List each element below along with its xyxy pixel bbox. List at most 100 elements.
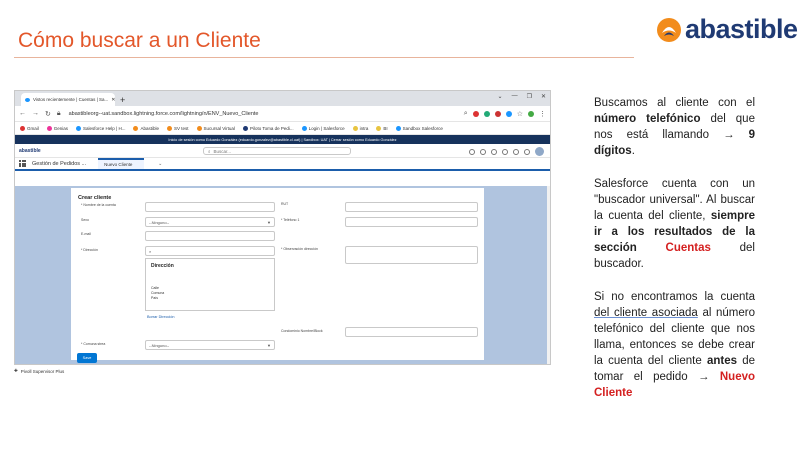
- arrow-icon: →: [723, 129, 735, 141]
- email-field[interactable]: [145, 231, 275, 241]
- menu-icon[interactable]: ⋮: [539, 110, 546, 118]
- observacion-textarea[interactable]: [345, 246, 478, 264]
- zoom-icon[interactable]: ⌕: [464, 110, 468, 118]
- gear-icon[interactable]: [513, 148, 519, 155]
- borrar-direccion-link[interactable]: Borrar Dirección: [147, 315, 174, 319]
- chevron-down-icon[interactable]: ⌄: [158, 161, 162, 167]
- avatar[interactable]: [535, 147, 544, 156]
- bookmark-item[interactable]: intra: [352, 125, 368, 131]
- caret-down-icon: ▼: [267, 343, 271, 348]
- rut-label: RUT: [281, 202, 289, 206]
- bookmark-item[interactable]: Sucursal Virtual: [196, 125, 235, 131]
- title-divider: [14, 57, 634, 58]
- pin-icon: ✚: [14, 368, 18, 373]
- condominio-label: Condominio Nombre/Block: [281, 329, 323, 333]
- bookmark-item[interactable]: Salesforce Help | H...: [76, 125, 125, 131]
- email-label: E-mail: [81, 232, 91, 236]
- arrow-icon: →: [697, 371, 710, 383]
- browser-tab[interactable]: Vistos recientemente | Cuentas | Sa... ✕: [21, 93, 115, 106]
- extension-icon[interactable]: [483, 110, 490, 117]
- salesforce-logo[interactable]: abastible: [19, 148, 41, 154]
- add-icon[interactable]: [480, 148, 486, 155]
- back-icon[interactable]: ←: [19, 110, 26, 117]
- close-icon[interactable]: ✕: [111, 97, 115, 103]
- extension-icons: ⌕ ☆ ⋮: [464, 110, 546, 118]
- nombre-field[interactable]: [145, 202, 275, 212]
- bookmark-item[interactable]: Sandbox Salesforce: [395, 125, 443, 131]
- footer-note: ✚ Pivoll Supervisor Plus: [14, 368, 65, 374]
- app-launcher-icon[interactable]: [19, 160, 26, 167]
- lock-icon: 🔒︎: [56, 109, 61, 117]
- nombre-label: * Nombre de la cuenta: [81, 203, 116, 207]
- forward-icon[interactable]: →: [32, 110, 39, 117]
- direccion-label: * Dirección: [81, 248, 98, 252]
- browser-screenshot: Vistos recientemente | Cuentas | Sa... ✕…: [14, 90, 551, 365]
- browser-tabbar: Vistos recientemente | Cuentas | Sa... ✕…: [15, 91, 550, 106]
- bookmark-item[interactable]: SV test: [166, 125, 189, 131]
- minimize-icon[interactable]: —: [512, 93, 518, 100]
- note-paragraph-2: Salesforce cuenta con un "buscador unive…: [594, 178, 755, 270]
- new-tab-icon[interactable]: +: [120, 95, 125, 105]
- app-name: Gestión de Pedidos ...: [32, 160, 87, 167]
- bookmark-item[interactable]: Login | Salesforce: [301, 125, 345, 131]
- bookmark-item[interactable]: Piloto Toma de Pedi...: [242, 125, 294, 131]
- global-search-input[interactable]: ⌕ Buscar...: [203, 147, 351, 155]
- dropdown-item[interactable]: Calle: [151, 286, 159, 290]
- window-controls: ⌄ — ❐ ✕: [498, 93, 546, 100]
- extension-icon[interactable]: [505, 110, 512, 117]
- abastible-logo: abastible: [656, 14, 798, 45]
- help-icon[interactable]: [502, 148, 508, 155]
- close-icon[interactable]: ✕: [541, 93, 546, 100]
- direccion-dropdown: Dirección Calle Comuna País: [145, 258, 275, 311]
- comuna-label: * Comuna strea: [81, 342, 106, 346]
- flame-logo-icon: [656, 17, 682, 43]
- extension-icon[interactable]: [472, 110, 479, 117]
- dropdown-title: Dirección: [151, 263, 174, 269]
- login-as-banner: Inicio de sesión como Eduardo González (…: [15, 135, 550, 144]
- dropdown-item[interactable]: Comuna: [151, 291, 164, 295]
- form-background: Crear cliente * Nombre de la cuenta RUT …: [15, 186, 550, 364]
- salesforce-header: abastible ⌕ Buscar...: [15, 144, 550, 158]
- header-icons: [469, 147, 544, 156]
- bookmarks-bar: Gmail Genias Salesforce Help | H... Abas…: [15, 122, 550, 135]
- logo-text: abastible: [685, 14, 798, 44]
- sexo-select[interactable]: --Ninguno-- ▼: [145, 217, 275, 227]
- app-nav: Gestión de Pedidos ... Nuevo Cliente ⌄: [15, 158, 550, 171]
- url-field[interactable]: abastibleorg--uat.sandbox.lightning.forc…: [69, 111, 458, 117]
- sexo-label: Sexo: [81, 218, 89, 222]
- condominio-field[interactable]: [345, 327, 478, 337]
- crear-cliente-form: Crear cliente * Nombre de la cuenta RUT …: [71, 188, 484, 363]
- form-title: Crear cliente: [78, 195, 112, 201]
- star-icon[interactable]: ☆: [517, 110, 523, 118]
- note-paragraph-1: Buscamos al cliente con el número telefó…: [594, 97, 755, 157]
- bookmark-item[interactable]: Genias: [46, 125, 68, 131]
- observacion-label: * Observación dirección: [281, 247, 318, 251]
- bell-icon[interactable]: [524, 148, 530, 155]
- caret-down-icon: ▼: [267, 220, 271, 225]
- address-bar: ← → ↻ 🔒︎ abastibleorg--uat.sandbox.light…: [15, 106, 550, 122]
- profile-avatar[interactable]: [528, 110, 534, 117]
- bookmark-item[interactable]: BI: [376, 125, 388, 131]
- bookmark-item[interactable]: Abastible: [133, 125, 159, 131]
- extension-icon[interactable]: [494, 110, 501, 117]
- search-placeholder: Buscar...: [213, 148, 232, 154]
- scrollbar[interactable]: [547, 186, 550, 364]
- salesforce-cloud-icon: [25, 97, 30, 102]
- search-icon: ⌕: [149, 248, 152, 254]
- dropdown-item[interactable]: País: [151, 296, 158, 300]
- maximize-icon[interactable]: ❐: [527, 93, 532, 100]
- slide-title: Cómo buscar a un Cliente: [18, 29, 261, 52]
- comuna-select[interactable]: --Ninguno-- ▼: [145, 340, 275, 350]
- reload-icon[interactable]: ↻: [45, 110, 51, 118]
- favorites-icon[interactable]: [469, 148, 475, 155]
- direccion-search-input[interactable]: ⌕: [145, 246, 275, 256]
- telefono-field[interactable]: [345, 217, 478, 227]
- bookmark-item[interactable]: Gmail: [20, 125, 39, 131]
- note-paragraph-3: Si no encontramos la cuenta del cliente …: [594, 291, 756, 399]
- trailhead-icon[interactable]: [491, 148, 497, 155]
- tab-nuevo-cliente[interactable]: Nuevo Cliente: [98, 158, 145, 169]
- rut-field[interactable]: [345, 202, 478, 212]
- save-button[interactable]: Save: [77, 353, 97, 363]
- chevron-down-icon[interactable]: ⌄: [498, 93, 503, 100]
- telefono-label: * Teléfono 1: [281, 218, 300, 222]
